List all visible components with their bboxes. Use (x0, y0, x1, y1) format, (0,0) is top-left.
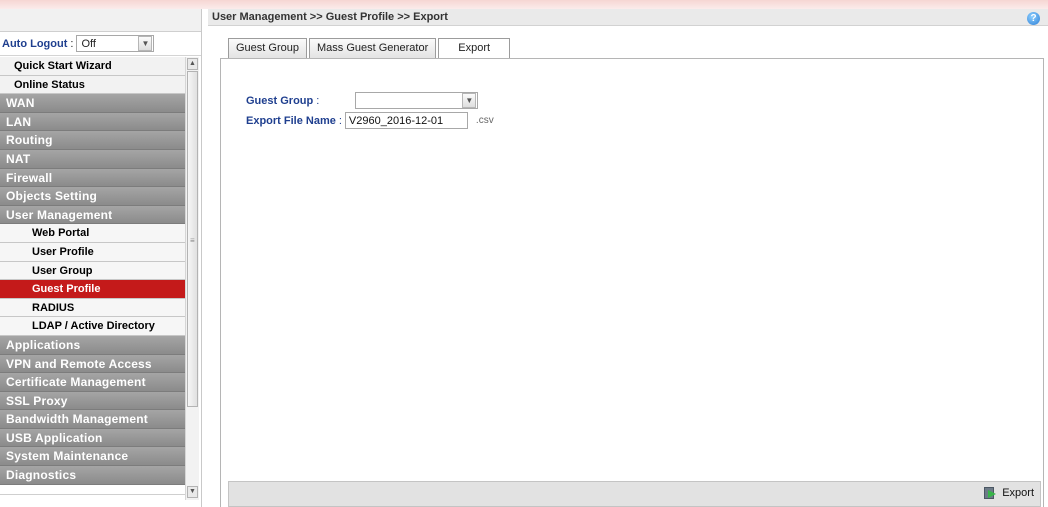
footer-bar: Export (228, 481, 1041, 507)
sidebar-item-user-management[interactable]: User Management (0, 205, 185, 225)
sidebar-scrollbar[interactable]: ▲ ≡ ▼ (185, 57, 199, 500)
sidebar-item-bandwidth-management[interactable]: Bandwidth Management (0, 410, 185, 429)
export-file-name-row: Export File Name : .csv (246, 112, 494, 129)
sidebar-item-certificate-management[interactable]: Certificate Management (0, 373, 185, 392)
breadcrumb-text: User Management >> Guest Profile >> Expo… (212, 11, 448, 23)
auto-logout-value: Off (81, 37, 96, 50)
auto-logout-row: Auto Logout : Off ▼ (0, 32, 201, 56)
sidebar-item-applications[interactable]: Applications (0, 335, 185, 355)
scroll-down-icon[interactable]: ▼ (187, 486, 198, 498)
sidebar-item-nat[interactable]: NAT (0, 149, 185, 169)
tab-export[interactable]: Export (438, 38, 511, 59)
sidebar-item-guest-profile[interactable]: Guest Profile (0, 280, 185, 299)
guest-group-row: Guest Group : ▼ (246, 92, 479, 109)
auto-logout-label: Auto Logout (2, 37, 68, 50)
sidebar-item-lan[interactable]: LAN (0, 112, 185, 132)
sidebar-bottom-area (0, 494, 185, 507)
sidebar-item-user-group[interactable]: User Group (0, 261, 185, 281)
sidebar-item-ssl-proxy[interactable]: SSL Proxy (0, 391, 185, 411)
main-content: User Management >> Guest Profile >> Expo… (208, 9, 1048, 507)
export-file-name-colon: : (338, 114, 342, 127)
sidebar-item-radius[interactable]: RADIUS (0, 298, 185, 318)
sidebar-item-wan[interactable]: WAN (0, 94, 185, 113)
chevron-down-icon[interactable]: ▼ (138, 36, 153, 51)
breadcrumb: User Management >> Guest Profile >> Expo… (208, 9, 1048, 26)
help-icon[interactable]: ? (1027, 12, 1040, 25)
sidebar-item-diagnostics[interactable]: Diagnostics (0, 466, 185, 485)
sidebar-item-online-status[interactable]: Online Status (0, 75, 185, 95)
sidebar-item-firewall[interactable]: Firewall (0, 168, 185, 188)
sidebar-item-ldap-active-directory[interactable]: LDAP / Active Directory (0, 317, 185, 336)
tab-guest-group[interactable]: Guest Group (228, 38, 307, 59)
export-button-label: Export (1002, 487, 1034, 499)
sidebar-item-user-profile[interactable]: User Profile (0, 242, 185, 262)
sidebar-item-web-portal[interactable]: Web Portal (0, 224, 185, 243)
guest-group-select[interactable]: ▼ (355, 92, 479, 109)
sidebar-item-usb-application[interactable]: USB Application (0, 428, 185, 448)
export-file-name-input[interactable] (344, 112, 468, 129)
scroll-up-icon[interactable]: ▲ (187, 58, 198, 70)
tab-bar: Guest Group Mass Guest Generator Export (228, 38, 512, 59)
sidebar-item-routing[interactable]: Routing (0, 131, 185, 150)
guest-group-colon: : (316, 94, 320, 107)
sidebar-item-vpn-and-remote-access[interactable]: VPN and Remote Access (0, 354, 185, 374)
export-panel: Guest Group : ▼ Export File Name : .csv (220, 58, 1044, 507)
tab-mass-guest-generator[interactable]: Mass Guest Generator (308, 38, 437, 59)
sidebar-menu: Quick Start Wizard Online Status WAN LAN Rou… (0, 57, 185, 485)
top-banner-strip (0, 0, 1048, 9)
scrollbar-grip-icon: ≡ (190, 236, 195, 245)
sidebar-item-objects-setting[interactable]: Objects Setting (0, 187, 185, 206)
auto-logout-select[interactable]: Off ▼ (76, 35, 155, 52)
scrollbar-thumb[interactable]: ≡ (187, 71, 198, 407)
sidebar: Auto Logout : Off ▼ Quick Start Wizard On… (0, 9, 202, 507)
csv-suffix: .csv (475, 115, 494, 126)
export-file-name-label: Export File Name (246, 114, 336, 127)
chevron-down-icon[interactable]: ▼ (462, 93, 477, 108)
sidebar-item-quick-start-wizard[interactable]: Quick Start Wizard (0, 57, 185, 76)
guest-group-label: Guest Group (246, 94, 314, 107)
auto-logout-colon: : (70, 37, 74, 50)
export-icon (984, 487, 997, 499)
sidebar-item-system-maintenance[interactable]: System Maintenance (0, 447, 185, 467)
export-button[interactable]: Export (984, 487, 1034, 499)
sidebar-top-area (0, 9, 201, 32)
